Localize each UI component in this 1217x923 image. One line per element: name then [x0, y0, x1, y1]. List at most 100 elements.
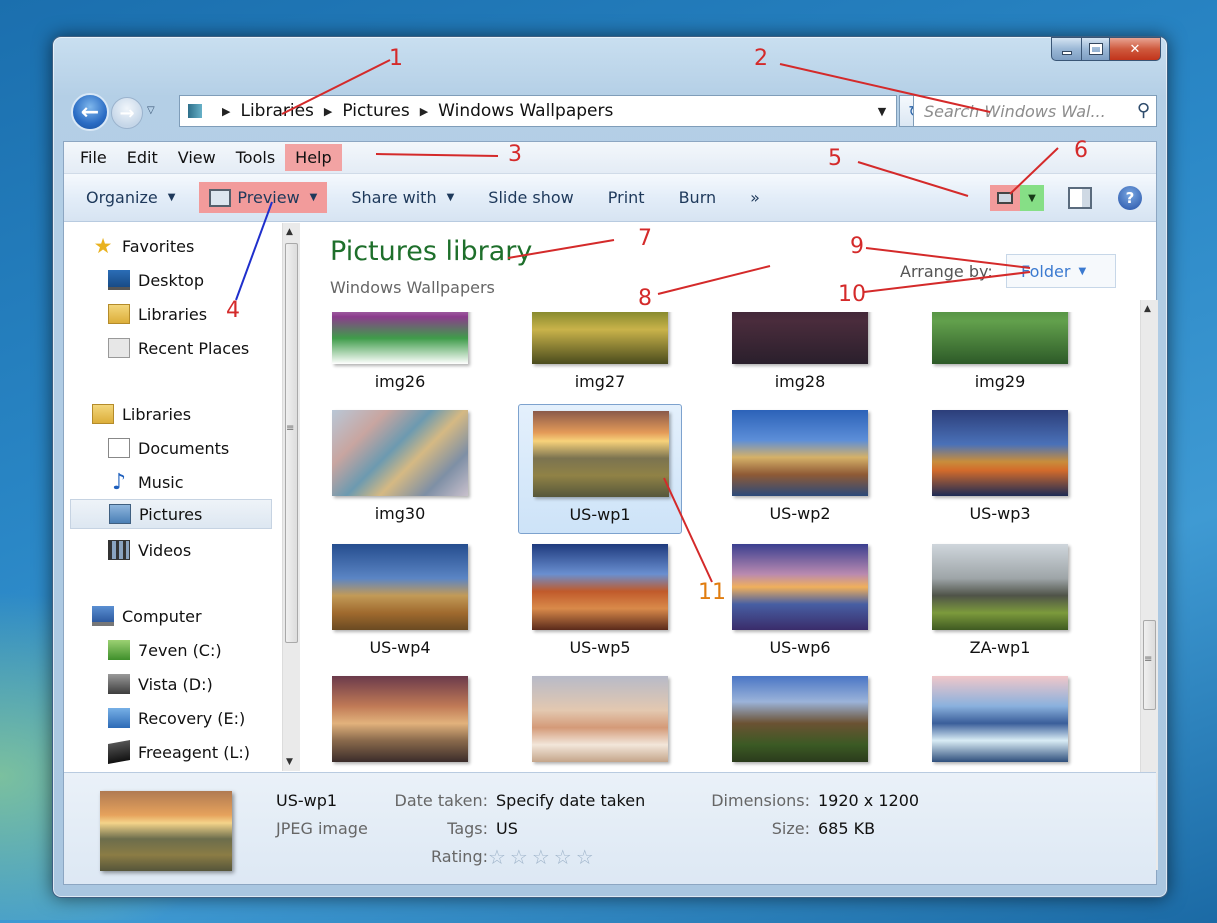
- change-view-button[interactable]: [990, 185, 1020, 211]
- nav-videos-label: Videos: [138, 540, 192, 560]
- nav-recent-places[interactable]: Recent Places: [108, 333, 249, 363]
- content-scrollbar-thumb[interactable]: [1143, 620, 1156, 710]
- rating-stars[interactable]: ☆☆☆☆☆: [488, 845, 598, 869]
- nav-favorites-label: Favorites: [122, 236, 195, 256]
- breadcrumb-pictures[interactable]: Pictures: [342, 101, 409, 121]
- details-thumbnail: [100, 791, 232, 871]
- menu-tools[interactable]: Tools: [226, 144, 285, 171]
- file-tile-us-wp4[interactable]: US-wp4: [318, 538, 482, 668]
- menu-help[interactable]: Help: [285, 144, 342, 171]
- menu-view[interactable]: View: [168, 144, 226, 171]
- slide-show-button[interactable]: Slide show: [478, 182, 583, 213]
- maximize-button[interactable]: [1081, 37, 1109, 61]
- preview-button[interactable]: Preview ▼: [199, 182, 328, 213]
- breadcrumb-separator-icon[interactable]: ▶: [420, 105, 428, 118]
- chevron-down-icon: ▼: [1028, 192, 1036, 204]
- view-options-dropdown[interactable]: ▼: [1020, 185, 1044, 211]
- star-icon: ★: [93, 234, 113, 258]
- breadcrumb-separator-icon[interactable]: ▶: [222, 105, 230, 118]
- recent-pages-button[interactable]: ▽: [147, 105, 155, 116]
- preview-icon: [209, 188, 232, 207]
- file-tile-img27[interactable]: img27: [518, 312, 682, 402]
- nav-libraries-label: Libraries: [122, 404, 192, 424]
- scroll-up-icon[interactable]: ▲: [286, 227, 293, 237]
- nav-libraries-favorite[interactable]: Libraries: [108, 299, 207, 329]
- menu-file[interactable]: File: [70, 144, 117, 171]
- scroll-up-icon[interactable]: ▲: [1144, 304, 1151, 314]
- menu-bar: File Edit View Tools Help: [64, 142, 1156, 174]
- menu-edit[interactable]: Edit: [117, 144, 168, 171]
- date-taken-value[interactable]: Specify date taken: [496, 791, 645, 810]
- nav-music[interactable]: ♪ Music: [108, 467, 184, 497]
- dimensions-label: Dimensions:: [711, 791, 810, 810]
- more-commands-button[interactable]: »: [740, 182, 770, 213]
- nav-documents-label: Documents: [138, 438, 230, 458]
- nav-computer[interactable]: Computer: [92, 601, 202, 631]
- breadcrumb-windows-wallpapers[interactable]: Windows Wallpapers: [438, 101, 613, 121]
- preview-pane-button[interactable]: [1068, 187, 1092, 209]
- search-input[interactable]: Search Windows Wal... ⚲: [913, 95, 1157, 127]
- search-icon[interactable]: ⚲: [1137, 100, 1150, 121]
- nav-drive-d[interactable]: Vista (D:): [108, 669, 213, 699]
- nav-desktop[interactable]: Desktop: [108, 265, 204, 295]
- libraries-icon: [92, 404, 114, 424]
- file-tile-img29[interactable]: img29: [918, 312, 1082, 402]
- organize-button[interactable]: Organize ▼: [76, 182, 185, 213]
- share-with-button[interactable]: Share with ▼: [341, 182, 464, 213]
- tags-value[interactable]: US: [496, 819, 518, 838]
- file-tile-za-wp1[interactable]: ZA-wp1: [918, 538, 1082, 668]
- close-button[interactable]: ✕: [1109, 37, 1161, 61]
- folder-icon: [188, 104, 202, 118]
- breadcrumb-separator-icon[interactable]: ▶: [324, 105, 332, 118]
- nav-drive-l[interactable]: Freeagent (L:): [108, 737, 250, 767]
- file-thumbnail: [932, 544, 1068, 630]
- chevron-down-icon: ▽: [147, 105, 155, 116]
- arrange-by-value: Folder: [1021, 261, 1071, 281]
- breadcrumb-libraries[interactable]: Libraries: [240, 101, 313, 121]
- file-thumbnail: [732, 544, 868, 630]
- file-tile-img30[interactable]: img30: [318, 404, 482, 534]
- documents-icon: [108, 438, 130, 458]
- help-button[interactable]: ?: [1118, 186, 1142, 210]
- file-thumbnail: [332, 410, 468, 496]
- print-button[interactable]: Print: [598, 182, 655, 213]
- file-tile-us-wp2[interactable]: US-wp2: [718, 404, 882, 534]
- library-title: Pictures library: [330, 236, 533, 267]
- address-bar[interactable]: ▶ Libraries ▶ Pictures ▶ Windows Wallpap…: [179, 95, 897, 127]
- nav-pictures[interactable]: Pictures: [70, 499, 272, 529]
- forward-button[interactable]: →: [111, 97, 143, 129]
- navigation-scrollbar[interactable]: ▲ ≡ ▼: [282, 223, 300, 771]
- nav-drive-c[interactable]: 7even (C:): [108, 635, 222, 665]
- command-bar: Organize ▼ Preview ▼ Share with ▼ Slide sho…: [64, 174, 1156, 222]
- nav-documents[interactable]: Documents: [108, 433, 229, 463]
- file-thumbnail: [532, 312, 668, 364]
- nav-favorites[interactable]: ★ Favorites: [92, 231, 195, 261]
- drive-icon: [108, 674, 130, 694]
- file-tile-us-wp3[interactable]: US-wp3: [918, 404, 1082, 534]
- pictures-icon: [109, 504, 131, 524]
- explorer-body: File Edit View Tools Help Organize ▼ Prev…: [63, 141, 1158, 885]
- file-tile-us-wp6[interactable]: US-wp6: [718, 538, 882, 668]
- scroll-down-icon[interactable]: ▼: [286, 757, 293, 767]
- nav-videos[interactable]: Videos: [108, 535, 191, 565]
- file-tile-img28[interactable]: img28: [718, 312, 882, 402]
- navigation-scrollbar-thumb[interactable]: [285, 243, 298, 643]
- drive-icon: [108, 708, 130, 728]
- details-file-name: US-wp1: [276, 791, 338, 810]
- nav-drive-e-label: Recovery (E:): [138, 708, 246, 728]
- nav-drive-e[interactable]: Recovery (E:): [108, 703, 245, 733]
- minimize-button[interactable]: [1051, 37, 1081, 61]
- file-tile-img26[interactable]: img26: [318, 312, 482, 402]
- chevron-down-icon: ▼: [1078, 265, 1087, 277]
- chevron-down-icon: ▼: [446, 192, 455, 203]
- address-dropdown-button[interactable]: ▼: [868, 96, 896, 126]
- arrange-by-dropdown[interactable]: Folder ▼: [1006, 254, 1116, 288]
- back-button[interactable]: ←: [71, 93, 109, 131]
- burn-button[interactable]: Burn: [669, 182, 727, 213]
- minimize-icon: [1061, 51, 1072, 55]
- file-tile-us-wp5[interactable]: US-wp5: [518, 538, 682, 668]
- file-tile-us-wp1[interactable]: US-wp1: [518, 404, 682, 534]
- nav-desktop-label: Desktop: [138, 270, 204, 290]
- nav-libraries[interactable]: Libraries: [92, 399, 191, 429]
- drive-icon: [108, 740, 130, 764]
